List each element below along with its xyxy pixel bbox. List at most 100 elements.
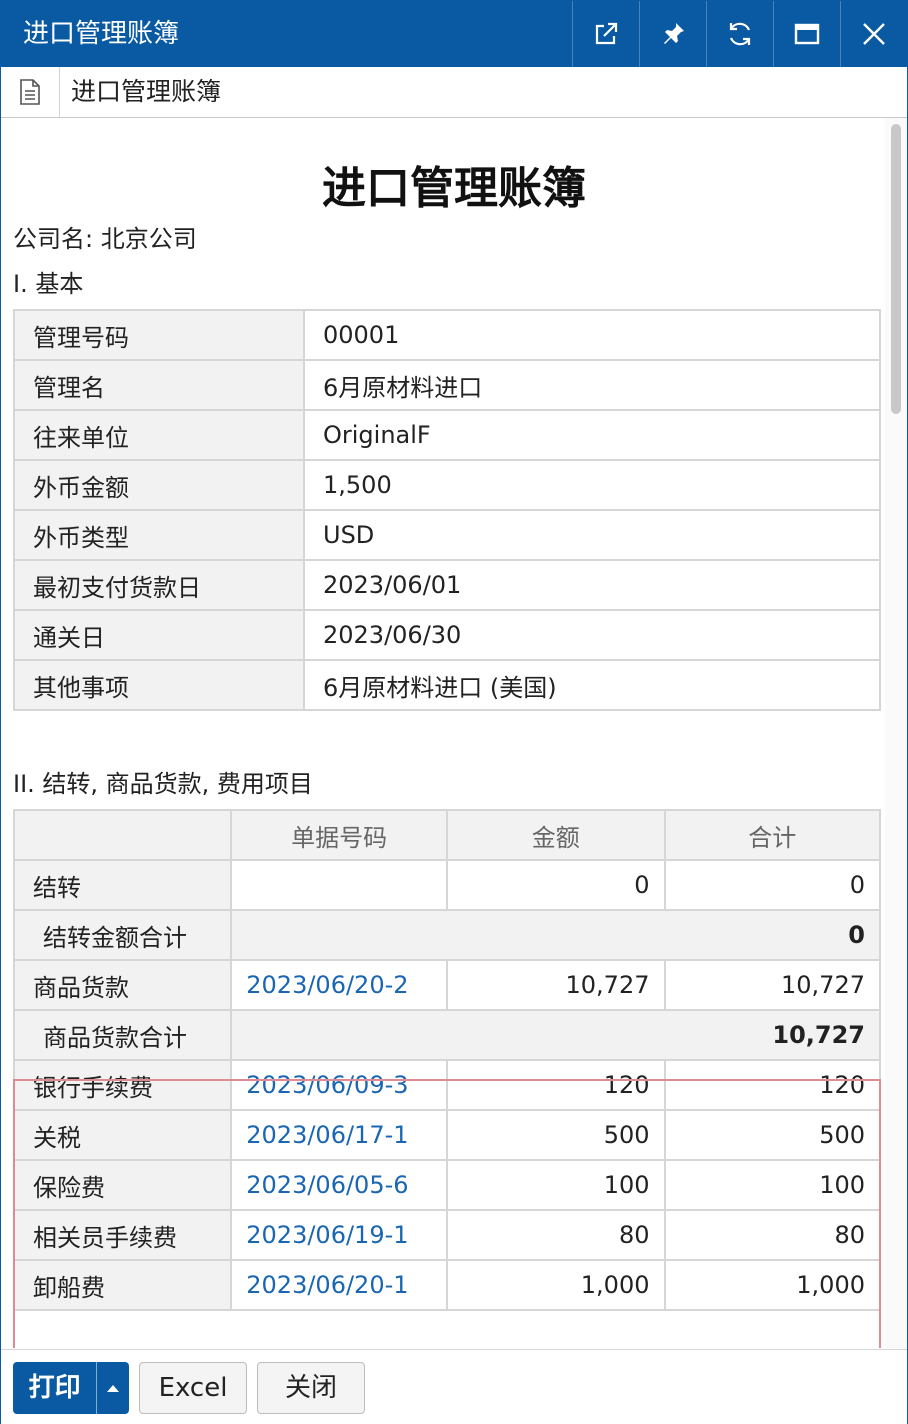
fee-total: 500 bbox=[663, 1109, 881, 1161]
basic-label: 管理名 bbox=[13, 359, 305, 411]
goods-row: 商品货款 2023/06/20-2 10,727 10,727 bbox=[12, 959, 881, 1011]
fee-doc-link[interactable]: 2023/06/05-6 bbox=[230, 1159, 449, 1211]
goods-doc-link[interactable]: 2023/06/20-2 bbox=[230, 959, 449, 1011]
fee-total: 80 bbox=[663, 1209, 881, 1261]
maximize-button[interactable] bbox=[773, 1, 840, 67]
section-expense-heading: II. 结转, 商品货款, 费用项目 bbox=[13, 770, 313, 798]
goods-label: 商品货款 bbox=[12, 959, 233, 1011]
footer-toolbar: 打印 Excel 关闭 bbox=[1, 1349, 907, 1424]
basic-label: 其他事项 bbox=[13, 659, 305, 711]
close-icon bbox=[863, 23, 885, 45]
fee-doc-link[interactable]: 2023/06/20-1 bbox=[230, 1259, 449, 1311]
fee-label: 关税 bbox=[12, 1109, 233, 1161]
pin-icon bbox=[664, 23, 684, 44]
pin-button[interactable] bbox=[639, 1, 706, 67]
basic-label: 管理号码 bbox=[13, 309, 305, 361]
carry-total-row: 结转金额合计 0 bbox=[12, 909, 881, 961]
goods-total-row: 商品货款合计 10,727 bbox=[12, 1009, 881, 1061]
fee-row: 关税 2023/06/17-1 500 500 bbox=[12, 1109, 881, 1161]
fee-row: 相关员手续费 2023/06/19-1 80 80 bbox=[12, 1209, 881, 1261]
expense-header-row: 单据号码 金额 合计 bbox=[12, 809, 881, 861]
window-controls bbox=[572, 1, 907, 67]
fee-total: 1,000 bbox=[663, 1259, 881, 1311]
fee-amount: 1,000 bbox=[446, 1259, 666, 1311]
basic-row: 管理号码 00001 bbox=[13, 309, 881, 361]
popout-button[interactable] bbox=[572, 1, 639, 67]
basic-value: 2023/06/30 bbox=[303, 609, 881, 661]
basic-row: 最初支付货款日 2023/06/01 bbox=[13, 559, 881, 611]
fee-label: 保险费 bbox=[12, 1159, 233, 1211]
carry-amount: 0 bbox=[446, 859, 666, 911]
report-title: 进口管理账簿 bbox=[322, 163, 586, 214]
basic-label: 往来单位 bbox=[13, 409, 305, 461]
fee-doc-link[interactable]: 2023/06/19-1 bbox=[230, 1209, 449, 1261]
basic-value: OriginalF bbox=[303, 409, 881, 461]
fee-total: 100 bbox=[663, 1159, 881, 1211]
print-label: 打印 bbox=[13, 1362, 98, 1414]
tab-document-button[interactable] bbox=[1, 67, 60, 117]
basic-label: 外币类型 bbox=[13, 509, 305, 561]
report-content: 进口管理账簿 公司名: 北京公司 I. 基本 管理号码 00001 管理名 6月原材料… bbox=[1, 118, 907, 1348]
carry-doc bbox=[230, 859, 449, 911]
basic-info-table: 管理号码 00001 管理名 6月原材料进口 往来单位 OriginalF 外币金额 1,50… bbox=[13, 309, 881, 711]
refresh-icon bbox=[729, 22, 751, 46]
fee-amount: 100 bbox=[446, 1159, 666, 1211]
header-blank bbox=[12, 809, 233, 861]
fee-row: 银行手续费 2023/06/09-3 120 120 bbox=[12, 1059, 881, 1111]
basic-value: 2023/06/01 bbox=[303, 559, 881, 611]
basic-label: 通关日 bbox=[13, 609, 305, 661]
close-button[interactable] bbox=[840, 1, 907, 67]
basic-label: 外币金额 bbox=[13, 459, 305, 511]
tab-title: 进口管理账簿 bbox=[71, 77, 222, 106]
expense-table: 单据号码 金额 合计 结转 0 0 结转金额合计 0 商品货款 2023/06/… bbox=[12, 809, 881, 1311]
basic-row: 外币金额 1,500 bbox=[13, 459, 881, 511]
basic-row: 管理名 6月原材料进口 bbox=[13, 359, 881, 411]
basic-value: 6月原材料进口 bbox=[303, 359, 881, 411]
fee-label: 相关员手续费 bbox=[12, 1209, 233, 1261]
document-icon bbox=[20, 79, 40, 105]
basic-value: 1,500 bbox=[303, 459, 881, 511]
print-menu-toggle[interactable] bbox=[97, 1362, 129, 1414]
fee-label: 卸船费 bbox=[12, 1259, 233, 1311]
company-name: 公司名: 北京公司 bbox=[13, 225, 197, 253]
basic-row: 外币类型 USD bbox=[13, 509, 881, 561]
basic-value: USD bbox=[303, 509, 881, 561]
header-total: 合计 bbox=[663, 809, 881, 861]
basic-row: 往来单位 OriginalF bbox=[13, 409, 881, 461]
basic-row: 通关日 2023/06/30 bbox=[13, 609, 881, 661]
header-doc-number: 单据号码 bbox=[230, 809, 449, 861]
goods-total-label: 商品货款合计 bbox=[12, 1009, 233, 1061]
basic-value: 6月原材料进口 (美国) bbox=[303, 659, 881, 711]
title-bar: 进口管理账簿 bbox=[1, 1, 907, 67]
fee-amount: 80 bbox=[446, 1209, 666, 1261]
header-amount: 金额 bbox=[446, 809, 666, 861]
fee-doc-link[interactable]: 2023/06/17-1 bbox=[230, 1109, 449, 1161]
popout-icon bbox=[595, 22, 618, 45]
carry-total: 0 bbox=[663, 859, 881, 911]
maximize-icon bbox=[794, 23, 820, 45]
basic-value: 00001 bbox=[303, 309, 881, 361]
carry-total-value: 0 bbox=[230, 909, 881, 961]
window-title: 进口管理账簿 bbox=[23, 19, 180, 49]
fee-total: 120 bbox=[663, 1059, 881, 1111]
excel-button[interactable]: Excel bbox=[139, 1362, 247, 1414]
goods-total: 10,727 bbox=[663, 959, 881, 1011]
basic-row: 其他事项 6月原材料进口 (美国) bbox=[13, 659, 881, 711]
goods-total-value: 10,727 bbox=[230, 1009, 881, 1061]
window: 进口管理账簿 进口管理账簿 进口管理账簿 公司名: 北京公司 I. 基本 管理号… bbox=[0, 0, 908, 1424]
carry-row: 结转 0 0 bbox=[12, 859, 881, 911]
goods-amount: 10,727 bbox=[446, 959, 666, 1011]
scrollbar-thumb[interactable] bbox=[891, 124, 901, 414]
print-button[interactable]: 打印 bbox=[13, 1362, 129, 1414]
fee-row: 卸船费 2023/06/20-1 1,000 1,000 bbox=[12, 1259, 881, 1311]
carry-total-label: 结转金额合计 bbox=[12, 909, 233, 961]
fee-doc-link[interactable]: 2023/06/09-3 bbox=[230, 1059, 449, 1111]
caret-up-icon bbox=[107, 1385, 120, 1392]
close-report-button[interactable]: 关闭 bbox=[257, 1362, 365, 1414]
carry-label: 结转 bbox=[12, 859, 233, 911]
fee-amount: 120 bbox=[446, 1059, 666, 1111]
tab-bar: 进口管理账簿 bbox=[1, 67, 907, 118]
refresh-button[interactable] bbox=[706, 1, 773, 67]
section-basic-heading: I. 基本 bbox=[13, 270, 84, 298]
basic-label: 最初支付货款日 bbox=[13, 559, 305, 611]
